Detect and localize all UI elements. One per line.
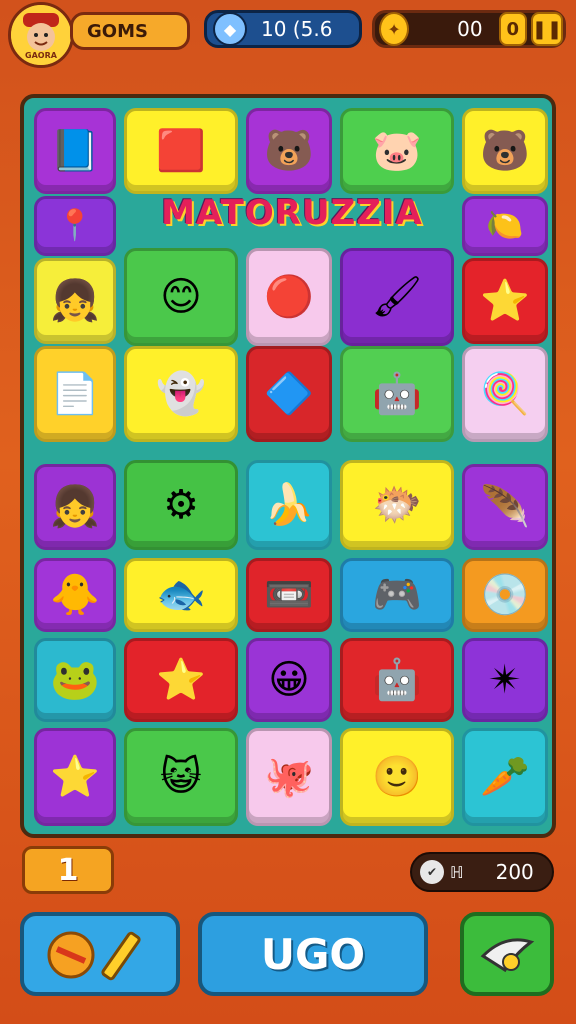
- red-arrow-icon: 📍: [56, 208, 94, 243]
- board-tile[interactable]: 🤖: [340, 346, 454, 442]
- smiley-cat-icon: 😀: [268, 657, 310, 703]
- paper-stack-icon: 📄: [50, 371, 100, 417]
- board-tile[interactable]: 🤖: [340, 638, 454, 722]
- go-button[interactable]: UGO: [198, 912, 428, 996]
- board-tile[interactable]: 📍: [34, 196, 116, 256]
- board-tile[interactable]: 🐟: [124, 558, 238, 632]
- board-tile[interactable]: 🟥: [124, 108, 238, 194]
- pink-star-icon: ⭐: [156, 657, 206, 703]
- cloud-monster-icon: 👻: [156, 371, 206, 417]
- carrot-icon: 🥕: [480, 754, 530, 800]
- pause-button[interactable]: ❚❚: [531, 12, 563, 46]
- sparkle-star-icon: ✴: [488, 657, 522, 703]
- octopus-icon: 🐙: [264, 754, 314, 800]
- robot-box-icon: 🤖: [372, 371, 422, 417]
- smiley-sun-icon: 😊: [160, 274, 202, 320]
- board-tile[interactable]: 👻: [124, 346, 238, 442]
- board-tile[interactable]: 🎮: [340, 558, 454, 632]
- board-tile[interactable]: ⭐: [462, 258, 548, 344]
- board-tile[interactable]: 🔴: [246, 248, 332, 346]
- board-tile[interactable]: 📼: [246, 558, 332, 632]
- board-tile[interactable]: 🖌: [340, 248, 454, 346]
- robot-bin-icon: 🤖: [372, 657, 422, 703]
- board-tile[interactable]: 😺: [124, 728, 238, 826]
- shield-icon: ✔: [420, 860, 444, 884]
- board-tile[interactable]: 🍋: [462, 196, 548, 256]
- gems-value: 10 (5.6: [261, 17, 333, 41]
- board-tile[interactable]: 🪶: [462, 464, 548, 550]
- level-indicator: 1: [22, 846, 114, 894]
- chick-icon: 🐥: [50, 572, 100, 618]
- notebook-icon: 📘: [50, 128, 100, 174]
- cassette-icon: 📼: [264, 572, 314, 618]
- board-tile[interactable]: 💿: [462, 558, 548, 632]
- score-counter: ✔ ℍ 200: [410, 852, 554, 892]
- gear-ring-icon: ⚙: [163, 482, 199, 528]
- coins-value: 00: [457, 17, 483, 41]
- board-tile[interactable]: 🔷: [246, 346, 332, 442]
- board-tile[interactable]: 🐙: [246, 728, 332, 826]
- games-label: GOMS: [87, 20, 148, 42]
- bear-face-icon: 🐻: [264, 128, 314, 174]
- score-value: 200: [495, 860, 534, 884]
- rocket-hand-icon: [480, 938, 535, 973]
- board-tile[interactable]: ⚙: [124, 460, 238, 550]
- green-frog-icon: 🐸: [50, 657, 100, 703]
- board-tile[interactable]: 👧: [34, 464, 116, 550]
- feather-icon: 🪶: [480, 484, 530, 530]
- game-title: MATORUZZIA: [161, 193, 423, 233]
- board-tile[interactable]: ⭐: [34, 728, 116, 826]
- board-tile[interactable]: 🐷: [340, 108, 454, 194]
- board-tile[interactable]: 😀: [246, 638, 332, 722]
- green-lollipop-icon: 🍭: [480, 371, 530, 417]
- coins-extra-badge: 0: [498, 12, 527, 46]
- board-tile[interactable]: 🍭: [462, 346, 548, 442]
- blue-disc-icon: 💿: [480, 572, 530, 618]
- arcade-machine-icon: 🟥: [156, 128, 206, 174]
- tools-button[interactable]: [20, 912, 180, 996]
- player-avatar[interactable]: GAORA: [8, 2, 74, 68]
- bonus-button[interactable]: [460, 912, 554, 996]
- girl-heart-icon: 👧: [50, 484, 100, 530]
- console-icon: 🎮: [372, 572, 422, 618]
- board-tile[interactable]: 🐡: [340, 460, 454, 550]
- avatar-caption: GAORA: [25, 51, 57, 60]
- banana-icon: 🍌: [264, 482, 314, 528]
- board-tile[interactable]: 🐸: [34, 638, 116, 722]
- board-tile[interactable]: 👧: [34, 258, 116, 344]
- pig-face-icon: 🐷: [372, 128, 422, 174]
- board-tile[interactable]: 😊: [124, 248, 238, 346]
- star-face-icon: ⭐: [480, 278, 530, 324]
- pencil-hook-icon: 🖌: [371, 274, 423, 320]
- blue-puffball-icon: 🐡: [372, 482, 422, 528]
- gem-icon: ◆: [213, 12, 247, 46]
- smiley-face-icon: 🙂: [372, 754, 422, 800]
- teddy-bear-icon: 🐻: [480, 128, 530, 174]
- board-tile[interactable]: 📄: [34, 346, 116, 442]
- fish-icon: 🐟: [156, 572, 206, 618]
- board-tile[interactable]: 🐻: [246, 108, 332, 194]
- board-tile[interactable]: 🐻: [462, 108, 548, 194]
- orange-ball-icon: 🔴: [264, 274, 314, 320]
- board-tile[interactable]: 🐥: [34, 558, 116, 632]
- board-tile[interactable]: 🥕: [462, 728, 548, 826]
- tools-icon: [47, 931, 141, 981]
- coin-icon: ✦: [379, 12, 410, 46]
- gems-counter[interactable]: ◆ 10 (5.6: [204, 10, 362, 48]
- board-tile[interactable]: 🙂: [340, 728, 454, 826]
- cat-face-icon: 😺: [160, 754, 202, 800]
- board-tile[interactable]: ✴: [462, 638, 548, 722]
- red-star-icon: ⭐: [50, 754, 100, 800]
- lemon-slice-icon: 🍋: [486, 208, 524, 243]
- girl-face-icon: 👧: [50, 278, 100, 324]
- blue-cone-icon: 🔷: [264, 371, 314, 417]
- pause-icon: ❚❚: [531, 18, 563, 40]
- coins-counter[interactable]: ✦ 00 0 ❚❚: [372, 10, 566, 48]
- games-pill[interactable]: GOMS: [70, 12, 190, 50]
- board-tile[interactable]: 📘: [34, 108, 116, 194]
- board-tile[interactable]: ⭐: [124, 638, 238, 722]
- board-tile[interactable]: 🍌: [246, 460, 332, 550]
- score-prefix: ℍ: [450, 862, 464, 882]
